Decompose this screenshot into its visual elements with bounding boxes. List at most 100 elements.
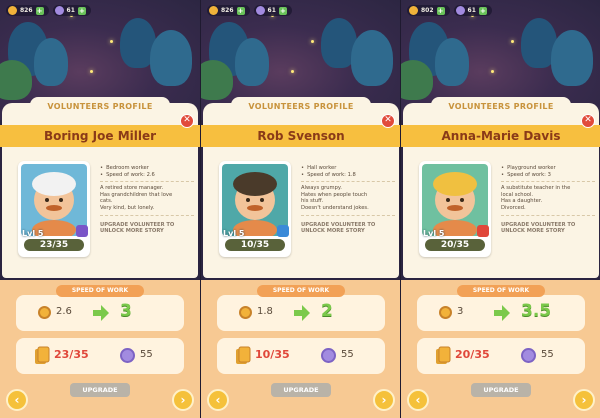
xp-progress: 20/35 bbox=[425, 239, 485, 251]
upgrade-note: UPGRADE VOLUNTEER TO UNLOCK MORE STORY bbox=[100, 222, 194, 235]
next-speed: 3.5 bbox=[521, 301, 552, 321]
profile-screen: 826 + 61 + VOLUNTEERS PROFILE Boring Joe… bbox=[0, 0, 200, 418]
volunteer-portrait: Lvl 5 10/35 bbox=[219, 161, 291, 257]
firefly-decoration bbox=[311, 40, 314, 43]
current-speed: 2.6 bbox=[56, 306, 72, 317]
coin-icon bbox=[409, 6, 418, 15]
speed-of-work-label: SPEED OF WORK bbox=[257, 285, 345, 297]
previous-volunteer-button[interactable]: ‹ bbox=[6, 389, 28, 411]
upgrade-note-line: UNLOCK MORE STORY bbox=[100, 228, 164, 235]
level-label: Lvl 5 bbox=[423, 229, 445, 238]
add-coins-button[interactable]: + bbox=[35, 6, 44, 15]
next-volunteer-button[interactable]: › bbox=[172, 389, 194, 411]
stopwatch-icon bbox=[439, 306, 452, 319]
volunteer-name: Boring Joe Miller bbox=[43, 129, 157, 143]
level-label: Lvl 5 bbox=[22, 229, 44, 238]
close-button[interactable]: ✕ bbox=[381, 114, 395, 128]
firefly-decoration bbox=[491, 70, 494, 73]
previous-volunteer-button[interactable]: ‹ bbox=[207, 389, 229, 411]
speed-box: 3 3.5 bbox=[417, 295, 585, 331]
current-speed: 1.8 bbox=[257, 306, 273, 317]
divider bbox=[301, 181, 395, 183]
volunteer-name: Anna-Marie Davis bbox=[441, 129, 561, 143]
stopwatch-icon bbox=[239, 306, 252, 319]
gem-counter[interactable]: 61 + bbox=[253, 5, 292, 16]
add-coins-button[interactable]: + bbox=[436, 6, 445, 15]
bio-line: his stuff. bbox=[301, 198, 324, 205]
role-badge-icon bbox=[477, 225, 489, 237]
currency-bar: 826 + 61 + bbox=[207, 5, 292, 16]
bio-text: A retired store manager. Has grandchildre… bbox=[100, 185, 194, 211]
gem-icon bbox=[54, 6, 64, 15]
profile-card: VOLUNTEERS PROFILE Boring Joe Miller ✕ L… bbox=[0, 97, 200, 278]
gem-cost-icon bbox=[321, 348, 336, 363]
gem-amount: 61 bbox=[467, 7, 476, 14]
bio-line: cats. bbox=[100, 198, 113, 205]
upgrade-section: 3 3.5 SPEED OF WORK 20/35 55 UPGRADE ‹ › bbox=[401, 280, 600, 418]
tree-decoration bbox=[150, 30, 192, 86]
bio-line: A retired store manager. bbox=[100, 185, 164, 192]
tree-decoration bbox=[201, 60, 233, 100]
name-banner: Boring Joe Miller bbox=[0, 125, 200, 147]
role-badge-icon bbox=[277, 225, 289, 237]
speed-line: • Speed of work: 3 bbox=[501, 171, 551, 178]
coin-counter[interactable]: 826 + bbox=[6, 5, 49, 16]
upgrade-button[interactable]: UPGRADE bbox=[471, 383, 531, 397]
bio-line: A substitute teacher in the bbox=[501, 185, 571, 192]
tree-decoration bbox=[0, 60, 32, 100]
gem-amount: 61 bbox=[66, 7, 75, 14]
firefly-decoration bbox=[110, 40, 113, 43]
next-volunteer-button[interactable]: › bbox=[373, 389, 395, 411]
profile-screen: 802 + 61 + VOLUNTEERS PROFILE Anna-Marie… bbox=[400, 0, 600, 418]
stopwatch-icon bbox=[38, 306, 51, 319]
upgrade-note: UPGRADE VOLUNTEER TO UNLOCK MORE STORY bbox=[501, 222, 595, 235]
currency-bar: 802 + 61 + bbox=[407, 5, 492, 16]
speed-box: 1.8 2 bbox=[217, 295, 385, 331]
current-speed: 3 bbox=[457, 306, 464, 317]
next-speed: 3 bbox=[120, 301, 132, 321]
volunteer-name: Rob Svenson bbox=[257, 129, 345, 143]
cost-box: 20/35 55 bbox=[417, 338, 585, 374]
gem-counter[interactable]: 61 + bbox=[453, 5, 492, 16]
cards-icon bbox=[35, 346, 50, 364]
close-button[interactable]: ✕ bbox=[180, 114, 194, 128]
tree-decoration bbox=[401, 60, 433, 100]
coin-counter[interactable]: 802 + bbox=[407, 5, 450, 16]
close-button[interactable]: ✕ bbox=[581, 114, 595, 128]
upgrade-button[interactable]: UPGRADE bbox=[70, 383, 130, 397]
card-title-tab: VOLUNTEERS PROFILE bbox=[431, 97, 571, 115]
add-gems-button[interactable]: + bbox=[278, 6, 287, 15]
role-line: • Bedroom worker bbox=[100, 165, 149, 171]
firefly-decoration bbox=[511, 40, 514, 43]
screenshot-collage: 826 + 61 + VOLUNTEERS PROFILE Boring Joe… bbox=[0, 0, 600, 418]
cards-count: 23/35 bbox=[54, 348, 89, 361]
coin-amount: 802 bbox=[421, 7, 434, 14]
next-speed: 2 bbox=[321, 301, 333, 321]
upgrade-note-line: UNLOCK MORE STORY bbox=[301, 228, 365, 235]
divider bbox=[301, 214, 395, 216]
bio-text: A substitute teacher in the local school.… bbox=[501, 185, 595, 211]
gem-cost: 55 bbox=[341, 349, 354, 360]
next-volunteer-button[interactable]: › bbox=[573, 389, 595, 411]
coin-counter[interactable]: 826 + bbox=[207, 5, 250, 16]
role-badge-icon bbox=[76, 225, 88, 237]
bio-line: Has grandchildren that love bbox=[100, 191, 173, 198]
add-coins-button[interactable]: + bbox=[236, 6, 245, 15]
divider bbox=[100, 214, 194, 216]
divider bbox=[100, 181, 194, 183]
volunteer-details: • Playground worker • Speed of work: 3 A s… bbox=[501, 165, 595, 235]
gem-cost-icon bbox=[120, 348, 135, 363]
arrow-right-icon bbox=[294, 305, 310, 321]
upgrade-button[interactable]: UPGRADE bbox=[271, 383, 331, 397]
speed-line: • Speed of work: 2.6 bbox=[100, 171, 155, 178]
previous-volunteer-button[interactable]: ‹ bbox=[407, 389, 429, 411]
tree-decoration bbox=[351, 30, 393, 86]
add-gems-button[interactable]: + bbox=[77, 6, 86, 15]
profile-card: VOLUNTEERS PROFILE Rob Svenson ✕ Lvl 5 1… bbox=[201, 97, 400, 278]
add-gems-button[interactable]: + bbox=[478, 6, 487, 15]
name-banner: Anna-Marie Davis bbox=[401, 125, 600, 147]
bio-line: local school. bbox=[501, 191, 534, 198]
gem-counter[interactable]: 61 + bbox=[52, 5, 91, 16]
speed-of-work-label: SPEED OF WORK bbox=[56, 285, 144, 297]
profile-card: VOLUNTEERS PROFILE Anna-Marie Davis ✕ Lv… bbox=[401, 97, 600, 278]
